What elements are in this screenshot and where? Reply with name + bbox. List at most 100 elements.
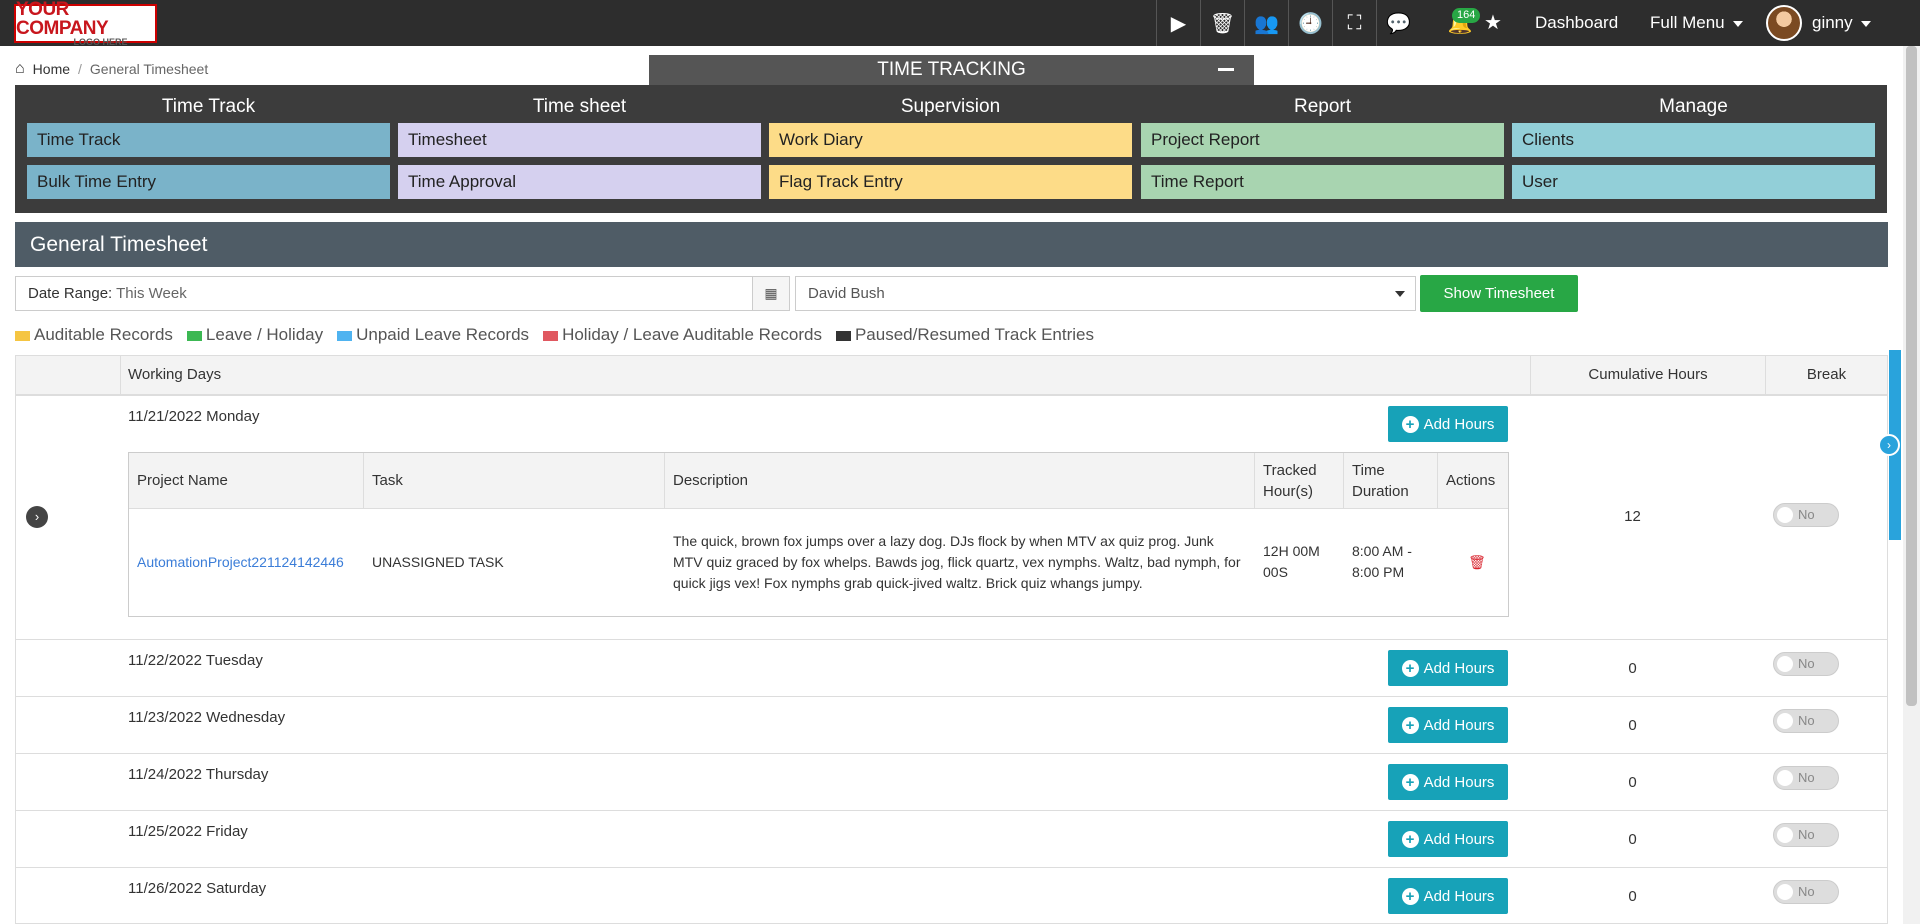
- menu-column-time-sheet: Time sheet Timesheet Time Approval: [398, 85, 761, 207]
- header-cumulative-hours: Cumulative Hours: [1531, 356, 1766, 394]
- delete-entry-icon[interactable]: 🗑: [1438, 509, 1508, 615]
- break-toggle[interactable]: No: [1773, 652, 1839, 676]
- user-menu[interactable]: ginny: [1812, 13, 1871, 33]
- full-menu-dropdown[interactable]: Full Menu: [1650, 13, 1743, 33]
- trash-icon[interactable]: 🗑: [1200, 0, 1244, 46]
- legend-label: Paused/Resumed Track Entries: [854, 325, 1095, 344]
- cumulative-hours: 0: [1628, 717, 1637, 734]
- table-row: 11/26/2022 Saturday + Add Hours 0 No: [16, 868, 1887, 924]
- menu-item-project-report[interactable]: Project Report: [1141, 123, 1504, 157]
- row-date: 11/24/2022 Thursday: [128, 766, 269, 783]
- row-date: 11/26/2022 Saturday: [128, 880, 267, 897]
- breadcrumb-separator: /: [78, 61, 82, 77]
- legend-label: Leave / Holiday: [205, 325, 324, 344]
- add-hours-button[interactable]: + Add Hours: [1388, 764, 1508, 800]
- star-icon[interactable]: ★: [1484, 10, 1502, 35]
- menu-item-user[interactable]: User: [1512, 165, 1875, 199]
- add-hours-button[interactable]: + Add Hours: [1388, 406, 1508, 442]
- toggle-knob: [1777, 656, 1793, 672]
- entries-header: Project Name Task Description Tracked Ho…: [129, 453, 1508, 509]
- legend-item: Auditable Records: [15, 325, 173, 345]
- menu-item-bulk-time-entry[interactable]: Bulk Time Entry: [27, 165, 390, 199]
- time-tracking-header: TIME TRACKING: [649, 55, 1254, 85]
- toggle-label: No: [1798, 507, 1815, 522]
- minimize-icon[interactable]: [1218, 68, 1234, 71]
- plus-circle-icon: +: [1401, 415, 1419, 433]
- legend-item: Holiday / Leave Auditable Records: [543, 325, 822, 345]
- table-row: 11/21/2022 Monday + Add Hours › Project N…: [16, 396, 1887, 640]
- legend-swatch: [15, 330, 30, 341]
- header-working-days: Working Days: [121, 356, 1531, 394]
- legend-item: Paused/Resumed Track Entries: [835, 325, 1095, 345]
- menu-item-work-diary[interactable]: Work Diary: [769, 123, 1132, 157]
- caret-down-icon: [1860, 20, 1871, 27]
- menu-item-flag-track-entry[interactable]: Flag Track Entry: [769, 165, 1132, 199]
- break-toggle[interactable]: No: [1773, 503, 1839, 527]
- expand-row-icon[interactable]: ›: [26, 506, 48, 528]
- col-project-name: Project Name: [129, 453, 364, 508]
- row-date: 11/25/2022 Friday: [128, 823, 248, 840]
- play-icon[interactable]: ▶: [1156, 0, 1200, 46]
- toggle-knob: [1777, 770, 1793, 786]
- break-toggle[interactable]: No: [1773, 880, 1839, 904]
- chat-icon[interactable]: 💬: [1376, 0, 1420, 46]
- legend-label: Holiday / Leave Auditable Records: [562, 325, 822, 344]
- break-toggle[interactable]: No: [1773, 709, 1839, 733]
- fullscreen-icon[interactable]: ⛶: [1332, 0, 1376, 46]
- scrollbar[interactable]: [1903, 46, 1920, 924]
- home-icon[interactable]: ⌂: [15, 60, 25, 78]
- col-time-duration: Time Duration: [1344, 453, 1438, 508]
- break-toggle[interactable]: No: [1773, 766, 1839, 790]
- breadcrumb-home[interactable]: Home: [33, 61, 70, 77]
- add-hours-label: Add Hours: [1423, 773, 1495, 791]
- col-description: Description: [665, 453, 1255, 508]
- plus-circle-icon: +: [1401, 887, 1419, 905]
- plus-circle-icon: +: [1401, 773, 1419, 791]
- calendar-icon[interactable]: ▦: [752, 276, 790, 311]
- toggle-label: No: [1798, 713, 1815, 728]
- add-hours-button[interactable]: + Add Hours: [1388, 878, 1508, 914]
- add-hours-button[interactable]: + Add Hours: [1388, 821, 1508, 857]
- logo-text: YOUR COMPANY: [16, 0, 109, 39]
- entry-description: The quick, brown fox jumps over a lazy d…: [673, 532, 1241, 591]
- team-icon[interactable]: 👥: [1244, 0, 1288, 46]
- col-actions: Actions: [1446, 472, 1496, 489]
- side-panel-arrow-icon[interactable]: ›: [1878, 434, 1900, 456]
- clock-icon[interactable]: 🕘: [1288, 0, 1332, 46]
- menu-column-report: Report Project Report Time Report: [1141, 85, 1504, 207]
- date-range-value: This Week: [116, 285, 187, 302]
- legend-item: Leave / Holiday: [186, 325, 324, 345]
- menu-column-manage: Manage Clients User: [1512, 85, 1875, 207]
- menu-item-timesheet[interactable]: Timesheet: [398, 123, 761, 157]
- bell-icon[interactable]: 🔔: [1440, 0, 1480, 46]
- entry-task: UNASSIGNED TASK: [372, 553, 504, 570]
- employee-select[interactable]: David Bush: [795, 276, 1416, 311]
- menu-item-time-track[interactable]: Time Track: [27, 123, 390, 157]
- time-tracking-menu: Time Track Time Track Bulk Time Entry Ti…: [15, 85, 1887, 213]
- menu-item-time-report[interactable]: Time Report: [1141, 165, 1504, 199]
- toggle-label: No: [1798, 884, 1815, 899]
- table-row: 11/23/2022 Wednesday + Add Hours 0 No: [16, 697, 1887, 754]
- menu-item-time-approval[interactable]: Time Approval: [398, 165, 761, 199]
- table-row: 11/25/2022 Friday + Add Hours 0 No: [16, 811, 1887, 868]
- page-title: General Timesheet: [15, 222, 1888, 267]
- legend-label: Unpaid Leave Records: [356, 325, 530, 344]
- add-hours-label: Add Hours: [1423, 415, 1495, 433]
- scrollbar-thumb[interactable]: [1906, 46, 1917, 706]
- toggle-knob: [1777, 884, 1793, 900]
- date-range-input[interactable]: Date Range: This Week: [15, 276, 753, 311]
- menu-item-clients[interactable]: Clients: [1512, 123, 1875, 157]
- avatar[interactable]: [1766, 5, 1802, 41]
- add-hours-label: Add Hours: [1423, 830, 1495, 848]
- entry-project-link[interactable]: AutomationProject221124142446: [129, 509, 364, 615]
- dashboard-link[interactable]: Dashboard: [1535, 13, 1618, 33]
- toggle-knob: [1777, 713, 1793, 729]
- show-timesheet-button[interactable]: Show Timesheet: [1420, 275, 1578, 312]
- toggle-label: No: [1798, 770, 1815, 785]
- add-hours-button[interactable]: + Add Hours: [1388, 707, 1508, 743]
- break-toggle[interactable]: No: [1773, 823, 1839, 847]
- menu-heading: Report: [1293, 96, 1352, 117]
- company-logo[interactable]: YOUR COMPANY LOGO HERE: [14, 0, 157, 47]
- plus-circle-icon: +: [1401, 659, 1419, 677]
- add-hours-button[interactable]: + Add Hours: [1388, 650, 1508, 686]
